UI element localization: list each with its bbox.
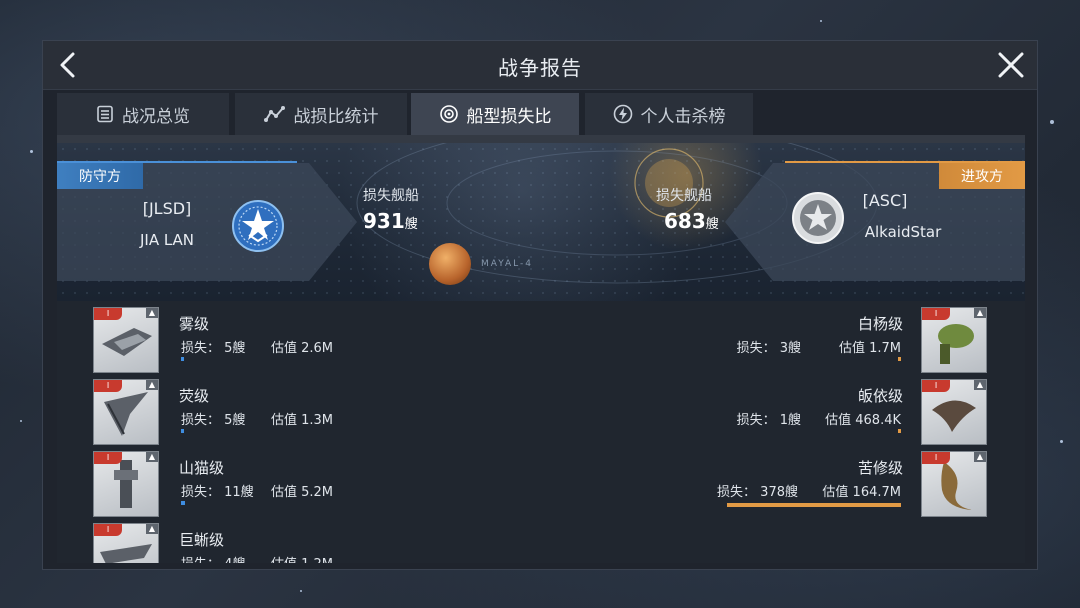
ship-tier-badge: I <box>94 524 122 536</box>
ship-loss-list: I ▲ 雾级 损失： 5艘 估值 2.6M I ▲ 荧级 损失： 5艘 估值 1… <box>57 301 1025 563</box>
attacker-tag: 进攻方 <box>939 163 1025 189</box>
loss-share-bar <box>898 357 901 361</box>
star <box>1060 440 1063 443</box>
tab-label: 战损比统计 <box>293 106 379 127</box>
ship-name: 白杨级 <box>857 315 903 333</box>
ship-name: 巨蜥级 <box>179 531 225 549</box>
ship-value: 估值 164.7M <box>822 485 901 500</box>
target-icon <box>439 105 458 123</box>
ship-thumbnail: I ▲ <box>93 451 159 517</box>
ship-value: 估值 2.6M <box>271 341 334 356</box>
tab-label: 船型损失比 <box>466 106 552 127</box>
star-emblem-icon <box>232 200 284 252</box>
attacker-loss-label: 损失舰船 <box>656 188 712 204</box>
close-icon <box>998 52 1024 78</box>
star <box>1050 120 1054 124</box>
ship-tier-badge: I <box>94 308 122 320</box>
tab-ship-type-loss[interactable]: 船型损失比 <box>411 93 579 135</box>
tab-kill-ranking[interactable]: 个人击杀榜 <box>585 93 753 135</box>
defender-loss-label: 损失舰船 <box>363 188 419 204</box>
ship-tier-badge: I <box>922 308 950 320</box>
ship-tier-badge: I <box>94 452 122 464</box>
defender-tag: 防守方 <box>57 163 143 189</box>
loss-share-bar <box>181 357 184 361</box>
expand-icon: ▲ <box>146 308 158 318</box>
defender-loss-unit: 艘 <box>404 217 418 232</box>
ship-name: 荧级 <box>179 387 210 405</box>
loss-share-bar <box>898 429 901 433</box>
ship-value: 估值 1.7M <box>838 341 901 356</box>
expand-icon: ▲ <box>974 380 986 390</box>
ship-name: 雾级 <box>179 315 210 333</box>
ship-thumbnail: I ▲ <box>93 379 159 445</box>
expand-icon: ▲ <box>974 452 986 462</box>
ship-name: 苦修级 <box>857 459 903 477</box>
ship-tier-badge: I <box>922 380 950 392</box>
planet-image <box>429 243 471 285</box>
loss-share-bar <box>181 429 184 433</box>
loss-share-bar <box>181 501 185 505</box>
star <box>300 590 302 592</box>
ship-name: 山猫级 <box>179 459 225 477</box>
ship-thumbnail: I ▲ <box>93 307 159 373</box>
star <box>30 150 33 153</box>
defender-emblem <box>231 199 285 253</box>
close-button[interactable] <box>995 49 1027 81</box>
ship-thumbnail: I ▲ <box>93 523 159 563</box>
ship-thumbnail: I ▲ <box>921 379 987 445</box>
line-chart-icon <box>263 106 285 122</box>
expand-icon: ▲ <box>974 308 986 318</box>
ship-thumbnail: I ▲ <box>921 451 987 517</box>
ship-tier-badge: I <box>94 380 122 392</box>
attacker-alliance: [ASC] <box>862 191 908 210</box>
war-report-panel: 战争报告 战况总览 战损比统计 船型损失比 个人击杀榜 MAYAL-4 防守方 … <box>42 40 1038 570</box>
ship-value: 估值 1.2M <box>271 553 333 563</box>
expand-icon: ▲ <box>146 380 158 390</box>
ship-tier-badge: I <box>922 452 950 464</box>
list-icon <box>97 105 113 123</box>
lightning-icon <box>613 104 632 124</box>
defender-alliance: [JLSD] <box>142 199 192 218</box>
ship-value: 估值 1.3M <box>271 413 334 428</box>
ship-loss-count: 损失： 378艘 <box>717 485 798 500</box>
title-bar: 战争报告 <box>43 41 1037 90</box>
planet-label: MAYAL-4 <box>481 259 534 269</box>
tab-loss-ratio[interactable]: 战损比统计 <box>235 93 407 135</box>
ship-loss-count: 损失： 11艘 <box>181 485 254 500</box>
ship-loss-count: 损失： 5艘 <box>181 341 246 356</box>
attacker-player-name: AlkaidStar <box>864 223 942 241</box>
ship-value: 估值 468.4K <box>825 413 901 428</box>
star <box>20 420 22 422</box>
tab-content: MAYAL-4 防守方 进攻方 [JLSD] JIA LAN 损失舰船 931艘… <box>57 135 1025 563</box>
attacker-loss-unit: 艘 <box>705 217 719 232</box>
expand-icon: ▲ <box>146 452 158 462</box>
defender-loss-number: 931 <box>363 209 405 233</box>
page-title: 战争报告 <box>498 56 582 80</box>
expand-icon: ▲ <box>146 524 158 534</box>
attacker-loss-number: 683 <box>664 209 706 233</box>
ship-loss-count: 损失： 3艘 <box>736 341 801 356</box>
tab-overview[interactable]: 战况总览 <box>57 93 229 135</box>
ship-name: 皈依级 <box>857 387 903 405</box>
tab-label: 战况总览 <box>122 106 190 127</box>
battle-banner: MAYAL-4 防守方 进攻方 [JLSD] JIA LAN 损失舰船 931艘… <box>57 143 1025 301</box>
ship-loss-count: 损失： 5艘 <box>181 413 246 428</box>
defender-loss-count: 931艘 <box>363 209 418 233</box>
ship-value: 估值 5.2M <box>271 485 334 500</box>
loss-share-bar <box>727 503 901 507</box>
tab-label: 个人击杀榜 <box>640 106 726 127</box>
star <box>820 20 822 22</box>
ship-thumbnail: I ▲ <box>921 307 987 373</box>
ship-loss-count: 损失： 4艘 <box>181 553 245 563</box>
defender-player-name: JIA LAN <box>139 231 195 249</box>
attacker-loss-count: 683艘 <box>664 209 719 233</box>
ship-loss-count: 损失： 1艘 <box>736 413 801 428</box>
